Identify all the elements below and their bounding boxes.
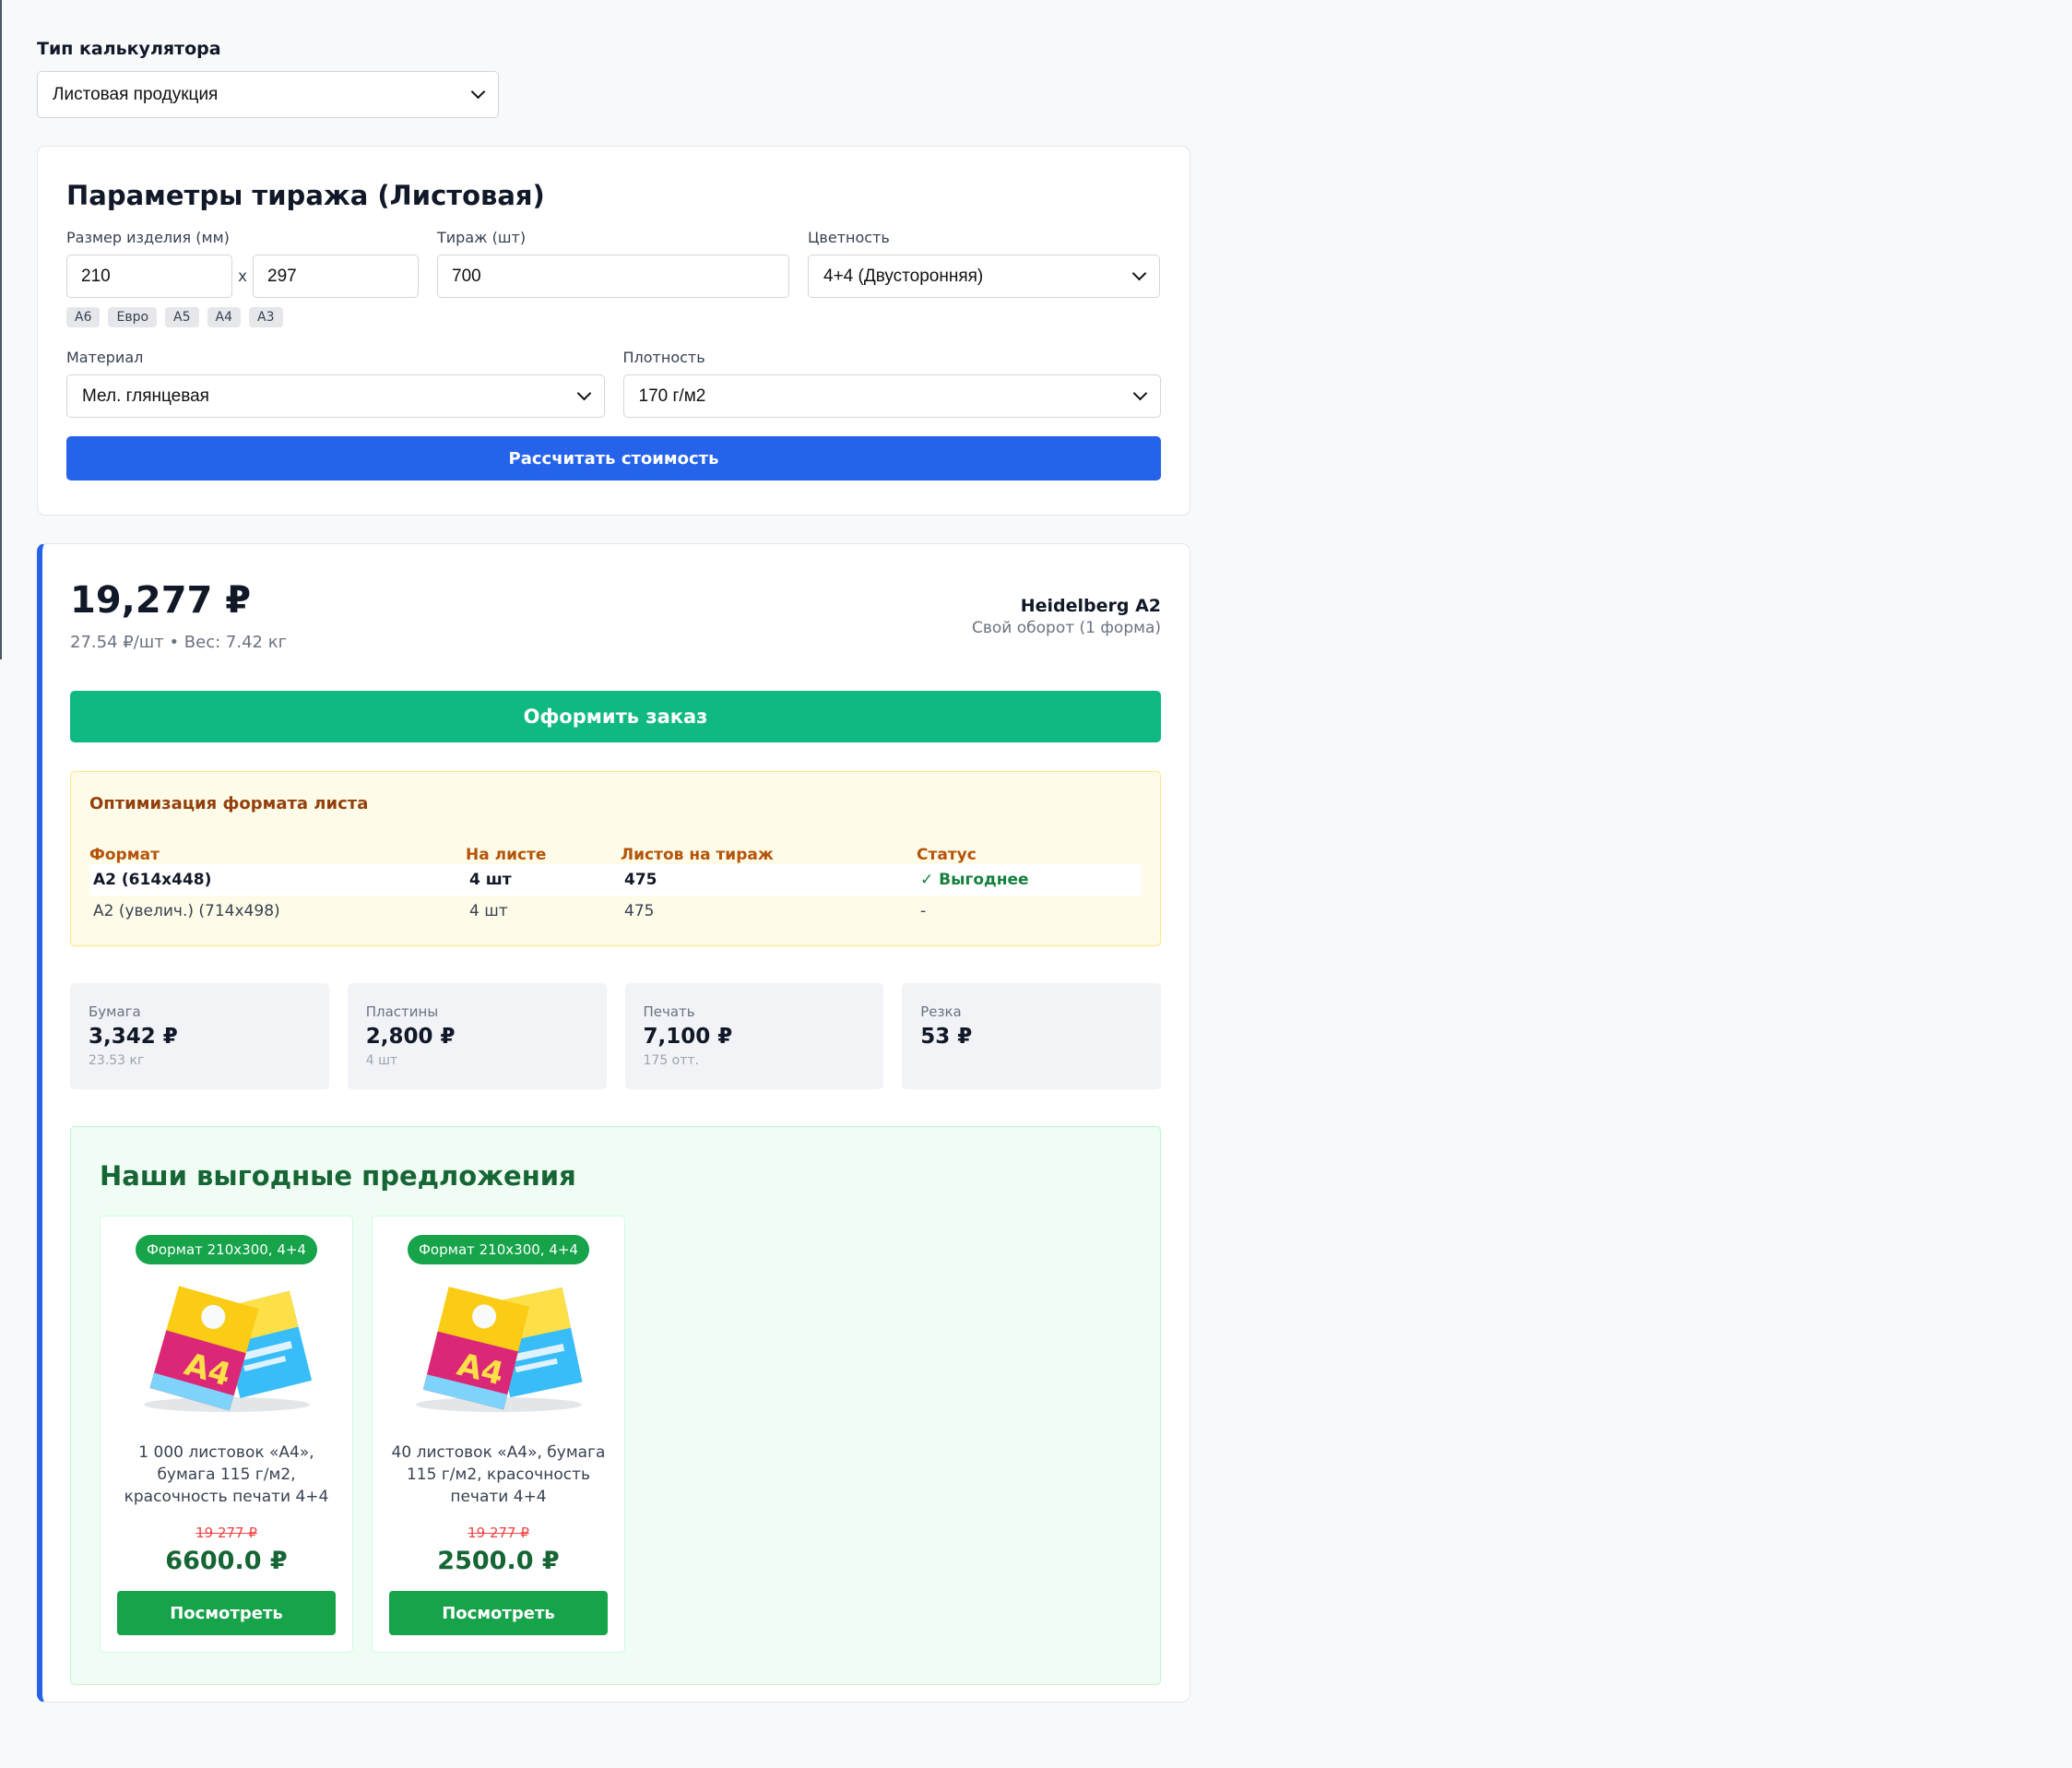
machine-info: Heidelberg A2 Свой оборот (1 форма) — [972, 596, 1161, 637]
color-select[interactable]: 4+4 (Двусторонняя) — [808, 255, 1160, 298]
col-sheets: Листов на тираж — [621, 846, 774, 864]
cost-value: 7,100 ₽ — [643, 1025, 733, 1049]
row-per-sheet: 4 шт — [469, 902, 508, 920]
row-per-sheet: 4 шт — [469, 871, 512, 889]
color-label: Цветность — [808, 229, 890, 246]
offer-old-price: 19 277 ₽ — [468, 1525, 529, 1541]
cost-plates: Пластины 2,800 ₽ 4 шт — [347, 983, 607, 1089]
view-offer-button[interactable]: Посмотреть — [117, 1591, 336, 1635]
row-format: A2 (увелич.) (714x498) — [93, 902, 280, 920]
calc-type-select[interactable]: Листовая продукция — [37, 71, 499, 118]
offer-badge: Формат 210x300, 4+4 — [408, 1235, 589, 1264]
chevron-down-icon — [1132, 386, 1148, 401]
size-separator: x — [237, 267, 248, 286]
offer-card: Формат 210x300, 4+4 — [372, 1216, 625, 1653]
row-status: - — [920, 902, 927, 920]
run-input[interactable]: 700 — [437, 255, 789, 298]
offer-description: 1 000 листовок «А4», бумага 115 г/м2, кр… — [124, 1443, 329, 1506]
chevron-down-icon — [576, 386, 591, 401]
params-card: Параметры тиража (Листовая) Размер издел… — [37, 146, 1190, 516]
preset-chip-a3[interactable]: A3 — [249, 307, 283, 327]
chevron-down-icon — [1131, 266, 1147, 281]
row-format: A2 (614x448) — [93, 871, 212, 889]
run-group: Тираж (шт) 700 — [437, 229, 789, 327]
offer-old-price: 19 277 ₽ — [195, 1525, 257, 1541]
offers-panel: Наши выгодные предложения Формат 210x300… — [70, 1126, 1161, 1685]
offer-new-price: 2500.0 ₽ — [437, 1547, 560, 1575]
offers-title: Наши выгодные предложения — [100, 1160, 576, 1192]
col-format: Формат — [89, 846, 160, 864]
flyer-product-image: A4 — [143, 1286, 312, 1412]
sheet-optimization-panel: Оптимизация формата листа Формат На лист… — [70, 771, 1161, 946]
cost-value: 3,342 ₽ — [89, 1025, 178, 1049]
calc-type-value: Листовая продукция — [53, 84, 219, 104]
calculator-page: Тип калькулятора Листовая продукция Пара… — [37, 39, 1190, 1703]
density-value: 170 г/м2 — [638, 386, 706, 406]
chevron-down-icon — [470, 84, 486, 100]
preset-chip-euro[interactable]: Евро — [108, 307, 158, 327]
cost-breakdown: Бумага 3,342 ₽ 23.53 кг Пластины 2,800 ₽… — [70, 983, 1161, 1089]
run-label: Тираж (шт) — [437, 229, 527, 246]
row-status-best: ✓ Выгоднее — [920, 871, 1029, 889]
view-offer-button[interactable]: Посмотреть — [389, 1591, 608, 1635]
cost-value: 53 ₽ — [920, 1025, 973, 1049]
preset-chip-a4[interactable]: A4 — [207, 307, 242, 327]
col-per-sheet: На листе — [466, 846, 547, 864]
calc-type-label: Тип калькулятора — [37, 39, 221, 59]
order-button[interactable]: Оформить заказ — [70, 691, 1161, 742]
height-value: 297 — [267, 266, 297, 286]
color-group: Цветность 4+4 (Двусторонняя) — [808, 229, 1160, 327]
optimization-header: Формат На листе Листов на тираж Статус — [89, 842, 1142, 864]
offer-card: Формат 210x300, 4+4 — [100, 1216, 353, 1653]
optimization-title: Оптимизация формата листа — [89, 794, 369, 813]
cost-value: 2,800 ₽ — [365, 1025, 456, 1049]
offer-new-price: 6600.0 ₽ — [165, 1547, 288, 1575]
cost-sub: 4 шт — [365, 1053, 398, 1068]
table-row: A2 (614x448) 4 шт 475 ✓ Выгоднее — [89, 864, 1142, 896]
offer-description: 40 листовок «А4», бумага 115 г/м2, красо… — [391, 1443, 606, 1506]
cost-paper: Бумага 3,342 ₽ 23.53 кг — [70, 983, 329, 1089]
table-row: A2 (увелич.) (714x498) 4 шт 475 - — [89, 896, 1142, 927]
col-status: Статус — [917, 846, 977, 864]
row-sheets: 475 — [624, 902, 655, 920]
cost-label: Резка — [920, 1003, 962, 1020]
machine-name: Heidelberg A2 — [1020, 596, 1161, 616]
material-value: Мел. глянцевая — [82, 386, 209, 406]
cost-sub: 23.53 кг — [89, 1053, 145, 1068]
color-value: 4+4 (Двусторонняя) — [823, 266, 984, 286]
size-group: Размер изделия (мм) 210 x 297 A6 Евро A5… — [66, 229, 419, 327]
width-input[interactable]: 210 — [66, 255, 232, 298]
density-label: Плотность — [622, 349, 705, 366]
flyer-product-image: A4 — [415, 1287, 583, 1412]
cost-label: Пластины — [365, 1003, 439, 1020]
size-presets: A6 Евро A5 A4 A3 — [66, 307, 419, 327]
machine-details: Свой оборот (1 форма) — [972, 619, 1161, 637]
cost-printing: Печать 7,100 ₽ 175 отт. — [624, 983, 884, 1089]
material-group: Материал Мел. глянцевая — [66, 349, 605, 418]
row-sheets: 475 — [624, 871, 657, 889]
material-label: Материал — [66, 349, 144, 366]
run-value: 700 — [452, 266, 481, 286]
cost-label: Печать — [643, 1003, 695, 1020]
result-card: 19,277 ₽ 27.54 ₽/шт • Вес: 7.42 кг Heide… — [37, 543, 1190, 1703]
offer-badge: Формат 210x300, 4+4 — [136, 1235, 317, 1264]
calculate-button[interactable]: Рассчитать стоимость — [66, 436, 1161, 481]
height-input[interactable]: 297 — [253, 255, 419, 298]
params-title: Параметры тиража (Листовая) — [66, 180, 545, 211]
density-select[interactable]: 170 г/м2 — [622, 374, 1161, 418]
page-left-border — [0, 0, 2, 659]
density-group: Плотность 170 г/м2 — [622, 349, 1161, 418]
size-label: Размер изделия (мм) — [66, 229, 230, 246]
preset-chip-a5[interactable]: A5 — [165, 307, 199, 327]
cost-sub: 175 отт. — [643, 1053, 700, 1068]
material-select[interactable]: Мел. глянцевая — [66, 374, 605, 418]
cost-cutting: Резка 53 ₽ — [902, 983, 1161, 1089]
cost-label: Бумага — [89, 1003, 141, 1020]
width-value: 210 — [81, 266, 111, 286]
preset-chip-a6[interactable]: A6 — [66, 307, 101, 327]
